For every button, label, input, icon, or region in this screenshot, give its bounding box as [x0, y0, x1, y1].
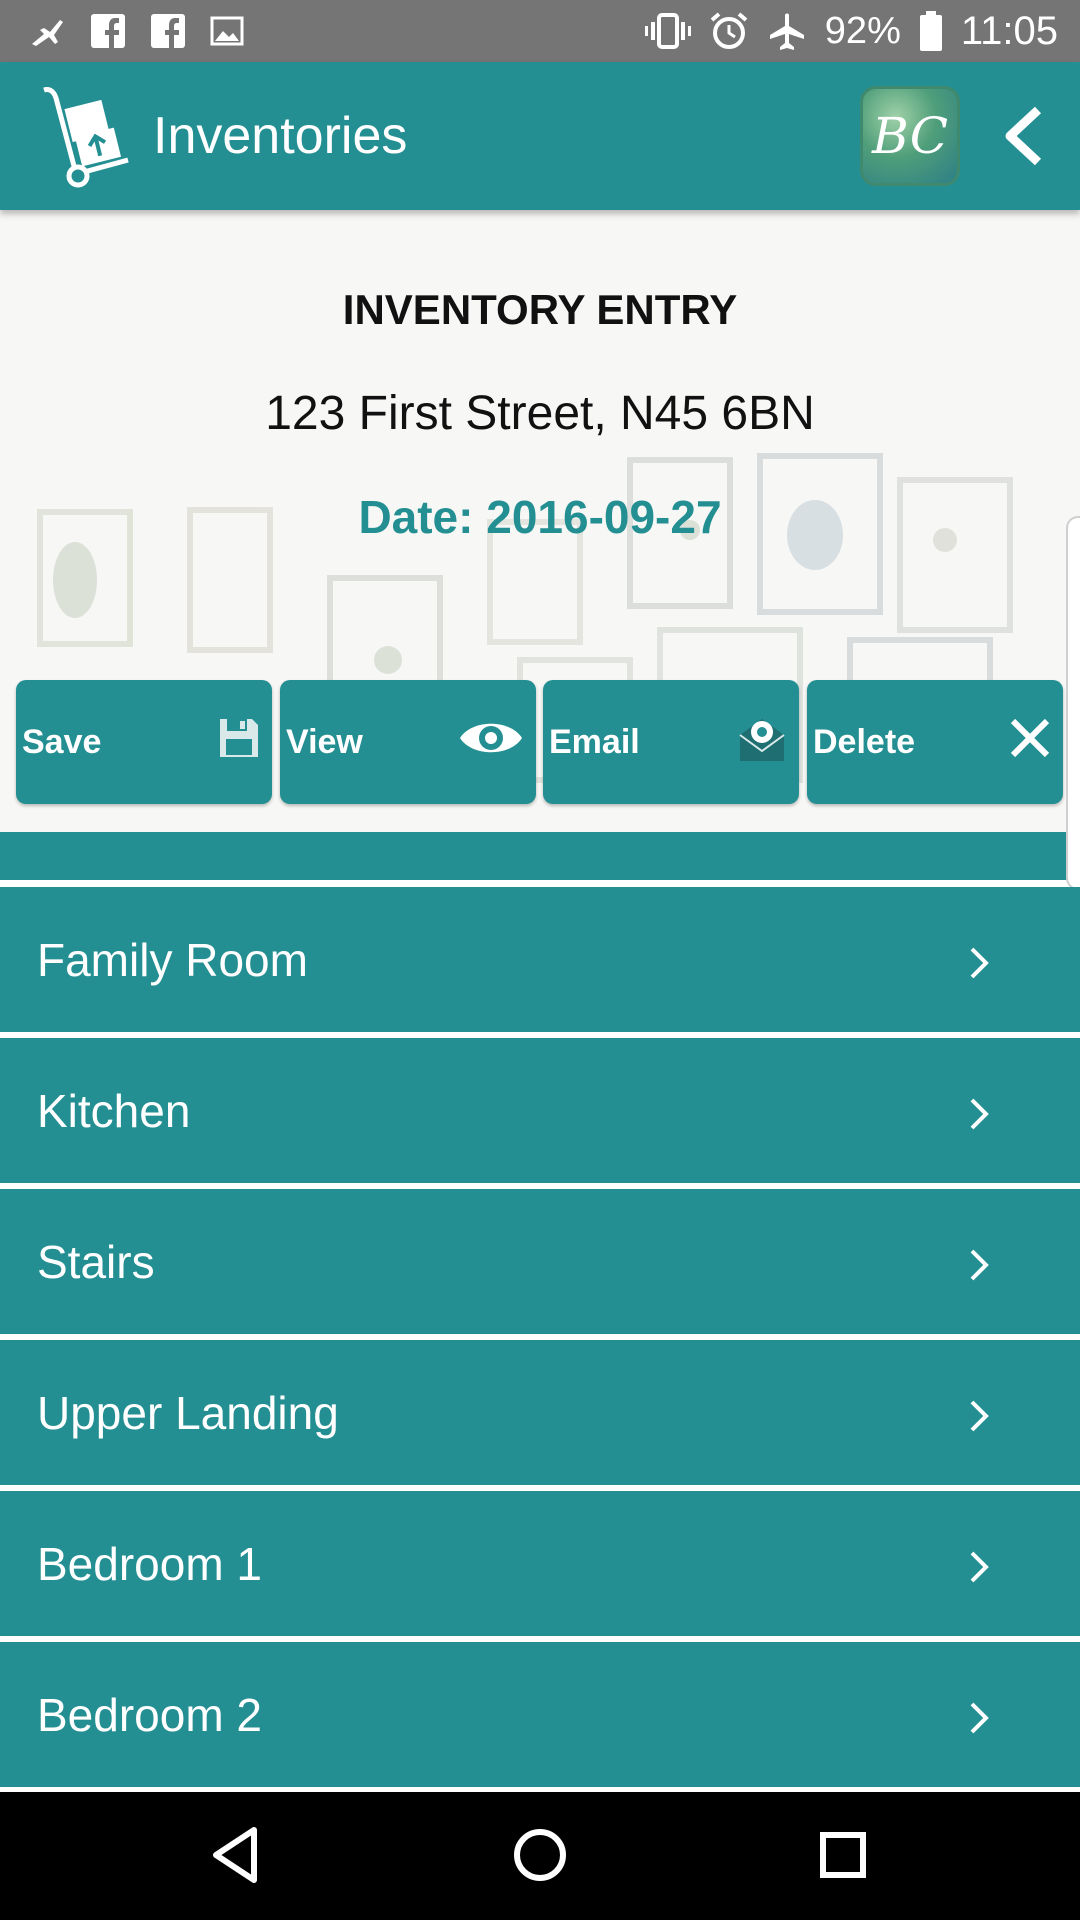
chevron-right-icon — [966, 940, 992, 980]
eye-icon — [458, 717, 524, 768]
chevron-right-icon — [966, 1695, 992, 1735]
delete-button[interactable]: Delete — [807, 680, 1063, 804]
chevron-right-icon — [966, 1242, 992, 1282]
room-row-stairs[interactable]: Stairs — [0, 1189, 1080, 1334]
back-chevron-icon[interactable] — [1000, 106, 1050, 166]
view-button[interactable]: View — [280, 680, 536, 804]
room-row-family-room[interactable]: Family Room — [0, 887, 1080, 1032]
status-notifications — [30, 13, 244, 49]
bc-logo-button[interactable]: BC — [860, 86, 960, 186]
inventory-date: Date: 2016-09-27 — [358, 491, 722, 543]
vibrate-icon — [644, 13, 691, 49]
airplane-mode-icon — [767, 11, 807, 51]
moving-trolley-logo-icon — [40, 84, 132, 188]
scroll-handle[interactable] — [1066, 516, 1080, 890]
email-button[interactable]: Email — [543, 680, 799, 804]
view-button-label: View — [286, 722, 363, 761]
room-label: Family Room — [37, 933, 308, 986]
image-icon — [210, 16, 244, 46]
room-label: Upper Landing — [37, 1386, 339, 1439]
airplane-icon — [30, 16, 66, 46]
clock: 11:05 — [960, 8, 1058, 53]
delete-button-label: Delete — [813, 722, 916, 761]
home-circle-icon[interactable] — [507, 1822, 573, 1888]
alarm-icon — [709, 11, 749, 51]
status-system: 92% 11:05 — [644, 8, 1058, 54]
page-title: Inventories — [153, 107, 408, 165]
facebook-icon — [150, 13, 186, 49]
inventory-entry-heading: INVENTORY ENTRY — [342, 286, 738, 333]
save-button-label: Save — [22, 722, 102, 761]
property-address: 123 First Street, N45 6BN — [265, 387, 815, 440]
chevron-right-icon — [966, 1544, 992, 1584]
envelope-icon — [737, 713, 787, 772]
room-row-bedroom-1[interactable]: Bedroom 1 — [0, 1491, 1080, 1636]
partial-room-row[interactable] — [0, 832, 1080, 880]
status-bar: 92% 11:05 — [0, 0, 1080, 62]
recents-square-icon[interactable] — [810, 1822, 876, 1888]
system-nav-bar — [0, 1792, 1080, 1920]
room-label: Stairs — [37, 1235, 155, 1288]
app-bar: Inventories BC — [0, 62, 1080, 210]
back-triangle-icon[interactable] — [204, 1822, 270, 1888]
room-label: Kitchen — [37, 1084, 191, 1137]
room-row-upper-landing[interactable]: Upper Landing — [0, 1340, 1080, 1485]
chevron-right-icon — [966, 1091, 992, 1131]
close-icon — [1009, 717, 1051, 768]
room-row-kitchen[interactable]: Kitchen — [0, 1038, 1080, 1183]
floppy-disk-icon — [218, 717, 260, 768]
save-button[interactable]: Save — [16, 680, 272, 804]
room-label: Bedroom 1 — [37, 1537, 263, 1590]
email-button-label: Email — [549, 722, 640, 761]
room-label: Bedroom 2 — [37, 1688, 263, 1741]
chevron-right-icon — [966, 1393, 992, 1433]
facebook-icon — [90, 13, 126, 49]
battery-percentage: 92% — [824, 9, 901, 52]
room-row-bedroom-2[interactable]: Bedroom 2 — [0, 1642, 1080, 1787]
battery-icon — [919, 11, 943, 51]
